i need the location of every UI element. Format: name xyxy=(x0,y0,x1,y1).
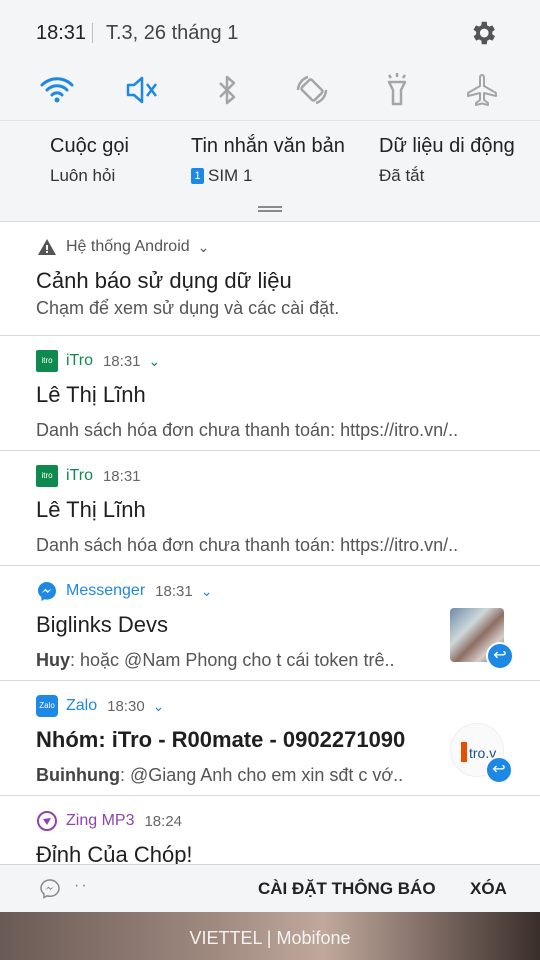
app-name: iTro xyxy=(66,467,93,484)
notification-android[interactable]: Hệ thống Android ⌄ Cảnh báo sử dụng dữ l… xyxy=(0,222,540,336)
mute-icon[interactable] xyxy=(122,70,162,110)
reply-icon[interactable]: ↩ xyxy=(486,642,514,670)
mobile-data-title: Dữ liệu di động xyxy=(379,135,515,157)
app-name: Zing MP3 xyxy=(66,812,135,829)
notification-header: Zalo Zalo 18:30 ⌄ xyxy=(36,695,164,717)
message-preview: : hoặc @Nam Phong cho t cái token trê.. xyxy=(70,650,395,670)
call-mode-title: Cuộc gọi xyxy=(50,135,129,157)
call-mode-value: Luôn hỏi xyxy=(50,166,116,185)
drag-handle-icon xyxy=(258,206,282,212)
notification-text: Danh sách hóa đơn chưa thanh toán: https… xyxy=(36,535,459,555)
zing-mp3-icon xyxy=(37,811,57,831)
notification-time: 18:31 xyxy=(102,352,141,370)
warning-icon xyxy=(38,239,56,255)
notification-text: Huy: hoặc @Nam Phong cho t cái token trê… xyxy=(36,650,426,671)
auto-rotate-icon[interactable] xyxy=(292,70,332,110)
notification-header: Zing MP3 18:24 xyxy=(36,810,182,832)
notification-header: itro iTro 18:31 ⌄ xyxy=(36,350,160,372)
message-preview: : @Giang Anh cho em xin sđt c vớ.. xyxy=(119,765,404,785)
clock: 18:31 xyxy=(36,22,87,44)
notification-header: Hệ thống Android ⌄ xyxy=(36,236,209,258)
itro-app-icon: itro xyxy=(36,350,58,372)
notification-title: Lê Thị Lĩnh xyxy=(36,497,146,522)
notification-title: Lê Thị Lĩnh xyxy=(36,382,146,407)
group-avatar: ↩ xyxy=(450,608,514,670)
notification-text: Chạm để xem sử dụng và các cài đặt. xyxy=(36,298,340,318)
gear-icon[interactable] xyxy=(468,18,498,48)
quick-panel: 18:31 T.3, 26 tháng 1 xyxy=(0,0,540,120)
app-name: iTro xyxy=(66,352,93,369)
notification-text: Danh sách hóa đơn chưa thanh toán: https… xyxy=(36,420,459,440)
sender-name: Huy xyxy=(36,650,71,670)
flashlight-icon[interactable] xyxy=(377,70,417,110)
zalo-app-icon: Zalo xyxy=(36,695,58,717)
sender-name: Buinhung xyxy=(36,765,120,785)
app-name: Zalo xyxy=(66,697,98,714)
bluetooth-icon[interactable] xyxy=(207,70,247,110)
panel-drag-handle[interactable] xyxy=(0,198,540,222)
notification-settings-button[interactable]: CÀI ĐẶT THÔNG BÁO xyxy=(258,879,436,899)
itro-app-icon: itro xyxy=(36,465,58,487)
sms-mode[interactable]: Tin nhắn văn bản 1 SIM 1 xyxy=(191,135,345,186)
sms-mode-title: Tin nhắn văn bản xyxy=(191,135,345,157)
notification-time: 18:31 xyxy=(155,582,193,600)
notification-itro[interactable]: itro iTro 18:31 Lê Thị Lĩnh Danh sách hó… xyxy=(0,451,540,566)
notification-title: Biglinks Devs xyxy=(36,612,169,637)
notification-header: Messenger 18:31 ⌄ xyxy=(36,580,212,602)
more-icons-indicator: ·· xyxy=(74,877,89,894)
clear-all-button[interactable]: XÓA xyxy=(470,879,507,899)
notification-zalo[interactable]: Zalo Zalo 18:30 ⌄ Nhóm: iTro - R00mate -… xyxy=(0,681,540,796)
carrier-label: VIETTEL | Mobifone xyxy=(189,928,351,948)
chevron-down-icon[interactable]: ⌄ xyxy=(201,583,213,600)
notification-time: 18:30 xyxy=(107,697,145,715)
sms-sim-label: SIM 1 xyxy=(208,166,253,185)
app-name: Hệ thống Android xyxy=(66,238,190,255)
wifi-icon[interactable] xyxy=(37,70,77,110)
call-mode[interactable]: Cuộc gọi Luôn hỏi xyxy=(50,135,129,186)
app-name: Messenger xyxy=(66,582,146,599)
notification-itro[interactable]: itro iTro 18:31 ⌄ Lê Thị Lĩnh Danh sách … xyxy=(0,336,540,451)
notification-actions-bar: ·· CÀI ĐẶT THÔNG BÁO XÓA xyxy=(0,864,540,912)
airplane-icon[interactable] xyxy=(462,70,502,110)
messenger-icon xyxy=(38,582,56,601)
notification-zingmp3[interactable]: Zing MP3 18:24 Đỉnh Của Chóp! xyxy=(0,796,540,867)
mobile-data-mode[interactable]: Dữ liệu di động Đã tắt xyxy=(379,135,515,186)
chevron-down-icon[interactable]: ⌄ xyxy=(153,698,165,715)
chevron-down-icon[interactable]: ⌄ xyxy=(149,353,161,370)
notification-header: itro iTro 18:31 xyxy=(36,465,141,487)
carrier-bar: VIETTEL | Mobifone xyxy=(0,912,540,960)
sms-mode-value: 1 SIM 1 xyxy=(191,166,345,186)
sim-settings-row: Cuộc gọi Luôn hỏi Tin nhắn văn bản 1 SIM… xyxy=(0,120,540,198)
divider xyxy=(92,23,93,43)
notification-time: 18:31 xyxy=(102,467,141,485)
notification-time: 18:24 xyxy=(144,812,183,830)
chevron-down-icon[interactable]: ⌄ xyxy=(198,239,210,256)
date[interactable]: T.3, 26 tháng 1 xyxy=(106,22,238,45)
sim-icon: 1 xyxy=(191,168,204,184)
notification-title: Cảnh báo sử dụng dữ liệu xyxy=(36,268,292,293)
messenger-icon xyxy=(40,879,60,899)
notification-title: Nhóm: iTro - R00mate - 0902271090 xyxy=(36,727,406,752)
mobile-data-value: Đã tắt xyxy=(379,166,425,185)
notification-messenger[interactable]: Messenger 18:31 ⌄ Biglinks Devs Huy: hoặ… xyxy=(0,566,540,681)
reply-icon[interactable]: ↩ xyxy=(485,756,513,784)
notification-text: Buinhung: @Giang Anh cho em xin sđt c vớ… xyxy=(36,765,426,786)
group-avatar: tro.v ↩ xyxy=(450,723,513,784)
